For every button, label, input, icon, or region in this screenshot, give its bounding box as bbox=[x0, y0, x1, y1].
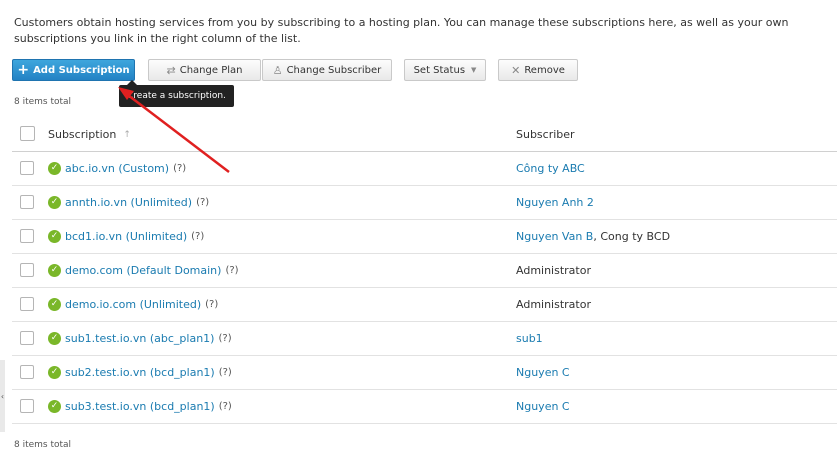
change-plan-label: Change Plan bbox=[179, 64, 243, 76]
set-status-label: Set Status bbox=[413, 64, 466, 76]
subscription-link[interactable]: sub1.test.io.vn (abc_plan1) bbox=[65, 332, 214, 345]
row-checkbox[interactable] bbox=[20, 297, 34, 311]
help-link[interactable]: (?) bbox=[219, 401, 232, 412]
table-header-row: Subscription ↑ Subscriber bbox=[12, 118, 837, 152]
items-total-top: 8 items total bbox=[14, 97, 72, 107]
sort-up-icon: ↑ bbox=[123, 129, 131, 140]
row-checkbox[interactable] bbox=[20, 331, 34, 345]
subscription-link[interactable]: bcd1.io.vn (Unlimited) bbox=[65, 230, 187, 243]
subscription-cell: ✓ demo.io.com (Unlimited) (?) bbox=[48, 288, 218, 321]
side-collapse-tab[interactable]: ‹ bbox=[0, 360, 5, 432]
status-ok-icon: ✓ bbox=[48, 264, 61, 277]
subscription-column-header[interactable]: Subscription ↑ bbox=[48, 118, 131, 151]
subscription-link[interactable]: demo.io.com (Unlimited) bbox=[65, 298, 201, 311]
remove-button[interactable]: ✕ Remove bbox=[498, 59, 578, 81]
subscription-cell: ✓ sub3.test.io.vn (bcd_plan1) (?) bbox=[48, 390, 232, 423]
row-checkbox[interactable] bbox=[20, 263, 34, 277]
subscriptions-table: Subscription ↑ Subscriber ✓ abc.io.vn (C… bbox=[12, 118, 837, 424]
subscriber-cell: Nguyen Anh 2 bbox=[516, 186, 594, 219]
subscriber-link[interactable]: Nguyen Van B bbox=[516, 230, 593, 243]
row-checkbox[interactable] bbox=[20, 365, 34, 379]
status-ok-icon: ✓ bbox=[48, 162, 61, 175]
person-icon: ♙ bbox=[272, 63, 283, 77]
status-ok-icon: ✓ bbox=[48, 400, 61, 413]
table-row: ✓ bcd1.io.vn (Unlimited) (?) Nguyen Van … bbox=[12, 220, 837, 254]
set-status-button[interactable]: Set Status ▼ bbox=[404, 59, 486, 81]
subscriber-link[interactable]: Nguyen C bbox=[516, 400, 570, 413]
subscription-header-label: Subscription bbox=[48, 128, 117, 141]
table-row: ✓ sub1.test.io.vn (abc_plan1) (?) sub1 bbox=[12, 322, 837, 356]
status-ok-icon: ✓ bbox=[48, 230, 61, 243]
subscriber-cell: Công ty ABC bbox=[516, 152, 585, 185]
status-ok-icon: ✓ bbox=[48, 366, 61, 379]
subscription-link[interactable]: sub2.test.io.vn (bcd_plan1) bbox=[65, 366, 215, 379]
plus-icon: + bbox=[17, 62, 30, 78]
remove-label: Remove bbox=[524, 64, 565, 76]
table-row: ✓ sub3.test.io.vn (bcd_plan1) (?) Nguyen… bbox=[12, 390, 837, 424]
subscription-link[interactable]: sub3.test.io.vn (bcd_plan1) bbox=[65, 400, 215, 413]
subscription-link[interactable]: annth.io.vn (Unlimited) bbox=[65, 196, 192, 209]
table-row: ✓ annth.io.vn (Unlimited) (?) Nguyen Anh… bbox=[12, 186, 837, 220]
subscriber-cell: Administrator bbox=[516, 288, 591, 321]
subscription-cell: ✓ demo.com (Default Domain) (?) bbox=[48, 254, 239, 287]
items-total-bottom: 8 items total bbox=[14, 440, 72, 450]
change-plan-button[interactable]: ⇄ Change Plan bbox=[148, 59, 261, 81]
help-link[interactable]: (?) bbox=[173, 163, 186, 174]
intro-text: Customers obtain hosting services from y… bbox=[14, 16, 789, 45]
row-checkbox[interactable] bbox=[20, 399, 34, 413]
subscription-cell: ✓ sub2.test.io.vn (bcd_plan1) (?) bbox=[48, 356, 232, 389]
row-checkbox[interactable] bbox=[20, 229, 34, 243]
subscriber-extra: , Cong ty BCD bbox=[593, 230, 671, 243]
change-subscriber-label: Change Subscriber bbox=[286, 64, 382, 76]
tooltip: Create a subscription. bbox=[119, 80, 234, 107]
add-subscription-label: Add Subscription bbox=[33, 64, 130, 76]
subscription-link[interactable]: abc.io.vn (Custom) bbox=[65, 162, 169, 175]
subscriber-column-header[interactable]: Subscriber bbox=[516, 118, 575, 151]
subscriber-link[interactable]: Nguyen C bbox=[516, 366, 570, 379]
add-subscription-button[interactable]: + Add Subscription bbox=[12, 59, 135, 81]
subscriber-link: Administrator bbox=[516, 264, 591, 277]
row-checkbox[interactable] bbox=[20, 161, 34, 175]
subscriber-link[interactable]: sub1 bbox=[516, 332, 543, 345]
subscriber-cell: Nguyen C bbox=[516, 356, 570, 389]
subscriber-cell: Nguyen C bbox=[516, 390, 570, 423]
help-link[interactable]: (?) bbox=[205, 299, 218, 310]
help-link[interactable]: (?) bbox=[219, 367, 232, 378]
status-ok-icon: ✓ bbox=[48, 332, 61, 345]
subscriber-link[interactable]: Công ty ABC bbox=[516, 162, 585, 175]
help-link[interactable]: (?) bbox=[218, 333, 231, 344]
subscriber-header-label: Subscriber bbox=[516, 128, 575, 141]
table-row: ✓ abc.io.vn (Custom) (?) Công ty ABC bbox=[12, 152, 837, 186]
subscriber-cell: Administrator bbox=[516, 254, 591, 287]
chevron-down-icon: ▼ bbox=[471, 66, 477, 74]
subscriber-cell: Nguyen Van B, Cong ty BCD bbox=[516, 220, 670, 253]
table-row: ✓ demo.io.com (Unlimited) (?) Administra… bbox=[12, 288, 837, 322]
subscription-cell: ✓ bcd1.io.vn (Unlimited) (?) bbox=[48, 220, 204, 253]
help-link[interactable]: (?) bbox=[225, 265, 238, 276]
change-plan-icon: ⇄ bbox=[166, 63, 176, 77]
change-subscriber-button[interactable]: ♙ Change Subscriber bbox=[262, 59, 392, 81]
help-link[interactable]: (?) bbox=[191, 231, 204, 242]
subscription-link[interactable]: demo.com (Default Domain) bbox=[65, 264, 221, 277]
status-ok-icon: ✓ bbox=[48, 196, 61, 209]
subscription-cell: ✓ abc.io.vn (Custom) (?) bbox=[48, 152, 186, 185]
subscriber-cell: sub1 bbox=[516, 322, 543, 355]
subscription-cell: ✓ sub1.test.io.vn (abc_plan1) (?) bbox=[48, 322, 232, 355]
help-link[interactable]: (?) bbox=[196, 197, 209, 208]
status-ok-icon: ✓ bbox=[48, 298, 61, 311]
table-row: ✓ sub2.test.io.vn (bcd_plan1) (?) Nguyen… bbox=[12, 356, 837, 390]
table-row: ✓ demo.com (Default Domain) (?) Administ… bbox=[12, 254, 837, 288]
subscriber-link: Administrator bbox=[516, 298, 591, 311]
select-all-checkbox[interactable] bbox=[20, 126, 35, 141]
close-icon: ✕ bbox=[511, 63, 521, 77]
subscription-cell: ✓ annth.io.vn (Unlimited) (?) bbox=[48, 186, 209, 219]
subscriber-link[interactable]: Nguyen Anh 2 bbox=[516, 196, 594, 209]
row-checkbox[interactable] bbox=[20, 195, 34, 209]
chevron-left-icon: ‹ bbox=[0, 391, 5, 401]
